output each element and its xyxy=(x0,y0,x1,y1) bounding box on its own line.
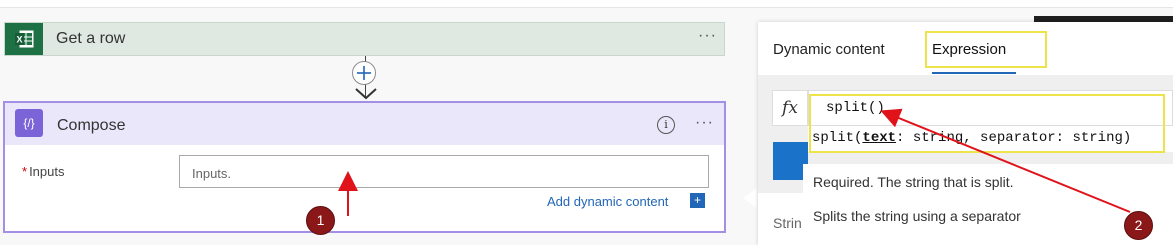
arrow-2 xyxy=(880,108,1131,213)
step-badge-1: 1 xyxy=(306,206,335,235)
annotation-arrows xyxy=(338,108,1131,216)
step-badge-2: 2 xyxy=(1124,211,1153,240)
